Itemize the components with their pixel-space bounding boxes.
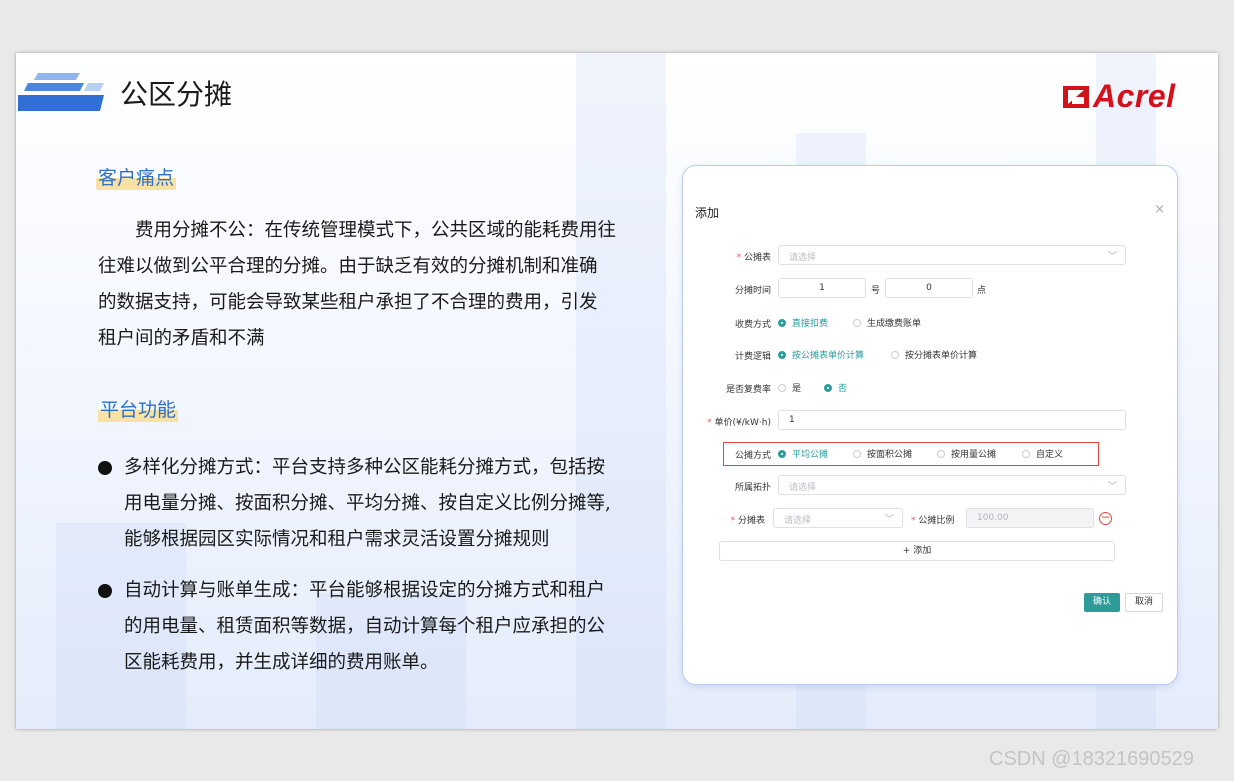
text-line: 往难以做到公平合理的分摊。由于缺乏有效的分摊机制和准确 — [98, 256, 598, 277]
logic-label: 计费逻辑 — [734, 352, 771, 362]
text-line: 的数据支持，可能会导致某些租户承担了不合理的费用，引发 — [98, 292, 598, 313]
radio-by-gongtan-price[interactable]: 按公摊表单价计算 — [778, 348, 864, 361]
acrel-mark-icon — [1063, 85, 1089, 108]
radio-by-usage[interactable]: 按用量公摊 — [937, 447, 996, 460]
text-line: 租户间的矛盾和不满 — [98, 328, 265, 349]
rate-label: 是否复费率 — [725, 385, 771, 395]
day-unit: 号 — [871, 286, 881, 296]
chevron-down-icon: ﹀ — [884, 515, 894, 525]
radio-average[interactable]: 平均公摊 — [778, 447, 828, 460]
charge-label: 收费方式 — [734, 320, 771, 330]
radio-rate-no[interactable]: 否 — [824, 381, 847, 394]
bullet-icon — [98, 584, 112, 598]
brand-logo: Acrel — [1063, 78, 1176, 115]
gongtanbiao-label: * 公摊表 — [736, 253, 771, 263]
ratio-label: * 公摊比例 — [911, 516, 955, 526]
method-label: 公摊方式 — [734, 451, 771, 461]
section-pain-points-label: 客户痛点 — [96, 163, 177, 190]
add-row-button[interactable]: + 添加 — [719, 541, 1115, 561]
pain-points-text: 费用分摊不公：在传统管理模式下，公共区域的能耗费用往 往难以做到公平合理的分摊。… — [98, 213, 616, 357]
feature-item-2: 自动计算与账单生成：平台能够根据设定的分摊方式和租户 的用电量、租赁面积等数据，… — [124, 573, 605, 681]
add-dialog: 添加 × * 公摊表 请选择 ﹀ 分摊时间 1 号 0 点 收费方式 直接扣费 生… — [682, 165, 1178, 685]
text-line: 能够根据园区实际情况和租户需求灵活设置分摊规则 — [124, 529, 550, 550]
hour-unit: 点 — [977, 286, 987, 296]
remove-row-icon[interactable]: − — [1099, 511, 1112, 525]
radio-rate-yes[interactable]: 是 — [778, 381, 801, 394]
brand-name: Acrel — [1093, 78, 1176, 114]
close-icon[interactable]: × — [1154, 202, 1165, 217]
radio-custom[interactable]: 自定义 — [1022, 447, 1063, 460]
cancel-button[interactable]: 取消 — [1125, 593, 1163, 612]
text-line: 多样化分摊方式：平台支持多种公区能耗分摊方式，包括按 — [124, 457, 606, 478]
hour-input[interactable]: 0 — [885, 278, 973, 298]
watermark: CSDN @18321690529 — [989, 748, 1194, 770]
chevron-down-icon: ﹀ — [1107, 482, 1117, 492]
bullet-icon — [98, 461, 112, 475]
price-input[interactable]: 1 — [778, 410, 1126, 430]
section-features-label: 平台功能 — [98, 395, 179, 422]
slide: 公区分摊 Acrel 客户痛点 费用分摊不公：在传统管理模式下，公共区域的能耗费… — [16, 53, 1218, 729]
text-line: 用电量分摊、按面积分摊、平均分摊、按自定义比例分摊等, — [124, 493, 611, 514]
confirm-button[interactable]: 确认 — [1084, 593, 1120, 612]
day-input[interactable]: 1 — [778, 278, 866, 298]
radio-generate-bill[interactable]: 生成缴费账单 — [853, 316, 921, 329]
feature-item-1: 多样化分摊方式：平台支持多种公区能耗分摊方式，包括按 用电量分摊、按面积分摊、平… — [124, 450, 611, 558]
gongtanbiao-select[interactable]: 请选择 ﹀ — [778, 245, 1126, 265]
time-label: 分摊时间 — [734, 286, 771, 296]
fentanbiao-label: * 分摊表 — [730, 516, 765, 526]
topo-select[interactable]: 请选择 ﹀ — [778, 475, 1126, 495]
dialog-title: 添加 — [695, 206, 720, 220]
text-line: 费用分摊不公：在传统管理模式下，公共区域的能耗费用往 — [98, 220, 617, 241]
text-line: 自动计算与账单生成：平台能够根据设定的分摊方式和租户 — [124, 580, 606, 601]
title-stripes-icon — [18, 73, 104, 111]
fentanbiao-select[interactable]: 请选择 ﹀ — [773, 508, 903, 528]
radio-direct-deduct[interactable]: 直接扣费 — [778, 316, 828, 329]
price-label: * 单价(¥/kW·h) — [707, 418, 771, 428]
radio-by-fentan-price[interactable]: 按分摊表单价计算 — [891, 348, 977, 361]
page-title: 公区分摊 — [120, 78, 233, 111]
topo-label: 所属拓扑 — [734, 483, 771, 493]
radio-by-area[interactable]: 按面积公摊 — [853, 447, 912, 460]
text-line: 的用电量、租赁面积等数据，自动计算每个租户应承担的公 — [124, 616, 606, 637]
chevron-down-icon: ﹀ — [1107, 252, 1117, 262]
text-line: 区能耗费用，并生成详细的费用账单。 — [124, 652, 439, 673]
ratio-input[interactable]: 100.00 — [966, 508, 1094, 528]
